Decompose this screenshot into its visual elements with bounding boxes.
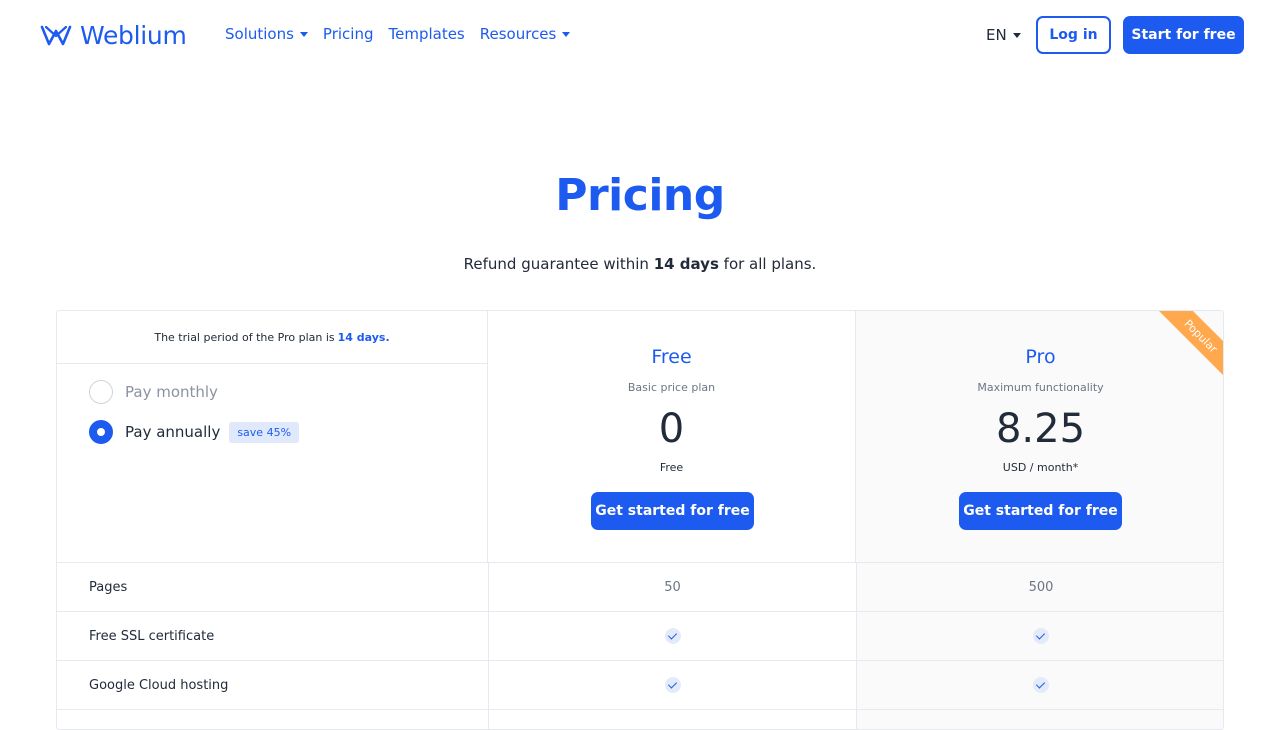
pay-annually-option[interactable]: Pay annually save 45% xyxy=(89,420,300,444)
refund-days: 14 days xyxy=(653,255,719,273)
check-icon xyxy=(1033,628,1049,644)
start-for-free-button[interactable]: Start for free xyxy=(1123,16,1244,54)
nav-pricing[interactable]: Pricing xyxy=(323,25,374,43)
main-nav: Solutions Pricing Templates Resources xyxy=(225,25,571,43)
feature-row-hosting: Google Cloud hosting xyxy=(57,660,1223,709)
plan-free-name: Free xyxy=(651,346,692,368)
pay-monthly-label: Pay monthly xyxy=(125,383,218,401)
site-header: Weblium Solutions Pricing Templates Reso… xyxy=(0,0,1280,72)
plan-free-price: 0 xyxy=(658,406,685,452)
nav-solutions[interactable]: Solutions xyxy=(225,25,308,43)
pricing-table: The trial period of the Pro plan is 14 d… xyxy=(56,310,1224,730)
plan-pro-price: 8.25 xyxy=(995,406,1086,452)
trial-text: The trial period of the Pro plan is xyxy=(154,330,335,344)
check-icon xyxy=(1033,677,1049,693)
feature-name: Pages xyxy=(89,579,128,595)
pay-annually-radio[interactable] xyxy=(89,420,113,444)
nav-templates-label: Templates xyxy=(388,25,465,43)
save-badge: save 45% xyxy=(229,421,300,443)
feature-pro-value xyxy=(856,612,1223,660)
page-title: Pricing xyxy=(555,170,725,221)
language-selector[interactable]: EN xyxy=(986,26,1021,44)
plan-free-get-started-button[interactable]: Get started for free xyxy=(591,492,754,530)
feature-name: Free SSL certificate xyxy=(89,628,215,644)
refund-text-after: for all plans. xyxy=(718,255,817,273)
chevron-down-icon xyxy=(299,31,308,37)
plan-pro-period: USD / month* xyxy=(1002,461,1079,474)
feature-free-value xyxy=(488,612,856,660)
plan-pro: Pro Maximum functionality 8.25 USD / mon… xyxy=(856,311,1223,562)
plan-free-description: Basic price plan xyxy=(627,381,716,394)
feature-pro-value: 500 xyxy=(856,563,1223,611)
weblium-logo[interactable]: Weblium xyxy=(40,20,187,50)
login-button[interactable]: Log in xyxy=(1036,16,1111,54)
nav-resources[interactable]: Resources xyxy=(480,25,571,43)
nav-pricing-label: Pricing xyxy=(322,25,374,43)
weblium-logo-icon xyxy=(40,25,72,46)
logo-text: Weblium xyxy=(80,20,187,50)
pay-monthly-option[interactable]: Pay monthly xyxy=(89,380,218,404)
feature-row-ssl: Free SSL certificate xyxy=(57,611,1223,660)
refund-text-before: Refund guarantee within xyxy=(463,255,654,273)
plan-pro-description: Maximum functionality xyxy=(977,381,1104,394)
feature-free-value xyxy=(488,710,856,729)
chevron-down-icon xyxy=(1012,32,1021,38)
language-label: EN xyxy=(986,26,1007,44)
pay-annually-label: Pay annually xyxy=(125,423,221,441)
plan-free-period: Free xyxy=(659,461,684,474)
feature-pro-value xyxy=(856,661,1223,709)
check-icon xyxy=(664,677,681,693)
plan-pro-get-started-button[interactable]: Get started for free xyxy=(959,492,1122,530)
pay-monthly-radio[interactable] xyxy=(89,380,113,404)
nav-templates[interactable]: Templates xyxy=(388,25,464,43)
trial-notice: The trial period of the Pro plan is 14 d… xyxy=(57,311,487,364)
feature-free-value xyxy=(488,661,856,709)
feature-row-pages: Pages 50 500 xyxy=(57,562,1223,611)
chevron-down-icon xyxy=(562,31,571,37)
nav-resources-label: Resources xyxy=(479,25,557,43)
trial-days: 14 days. xyxy=(337,330,390,344)
popular-ribbon-label: Popular xyxy=(1156,311,1223,380)
billing-options: The trial period of the Pro plan is 14 d… xyxy=(57,311,488,562)
nav-solutions-label: Solutions xyxy=(225,25,294,43)
refund-guarantee-text: Refund guarantee within 14 days for all … xyxy=(0,255,1280,273)
popular-ribbon: Popular xyxy=(1156,311,1223,380)
feature-free-value: 50 xyxy=(488,563,856,611)
plan-free: Free Basic price plan 0 Free Get started… xyxy=(488,311,856,562)
check-icon xyxy=(664,628,681,644)
feature-pro-value xyxy=(856,710,1223,729)
feature-name: Google Cloud hosting xyxy=(89,677,229,693)
